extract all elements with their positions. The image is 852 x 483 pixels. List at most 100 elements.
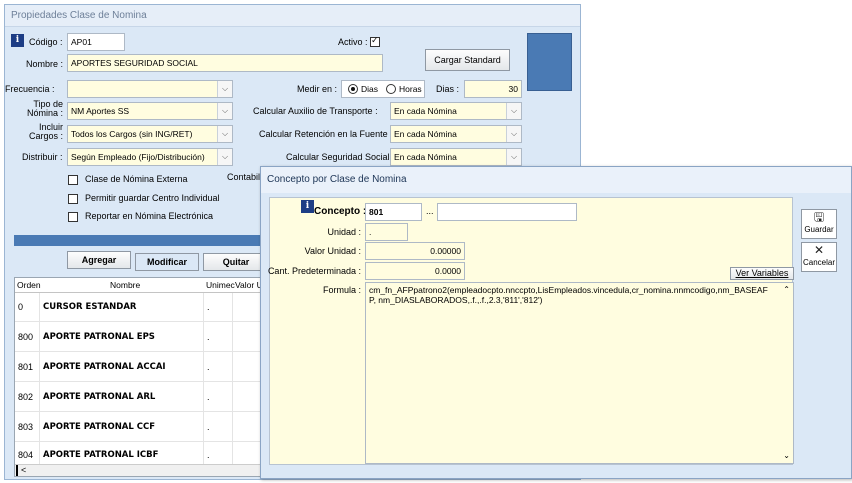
scroll-thumb[interactable] [16, 465, 18, 476]
agregar-button[interactable]: Agregar [67, 251, 131, 269]
retencion-label: Calcular Retención en la Fuente : [259, 129, 393, 139]
valor-unidad-input[interactable]: 0.00000 [365, 242, 465, 260]
externa-label: Clase de Nómina Externa [85, 174, 188, 184]
activo-checkbox[interactable] [370, 35, 380, 47]
chevron-down-icon[interactable]: ⌵ [506, 103, 521, 119]
formula-text: cm_fn_AFPpatrono2(empleadocpto.nnccpto,L… [369, 285, 768, 305]
chevron-down-icon[interactable]: ⌵ [506, 149, 521, 165]
nomina-electronica-checkbox[interactable] [68, 212, 78, 222]
save-icon: 🖫 [813, 210, 825, 224]
nombre-label: Nombre : [26, 59, 64, 69]
row-nombre: APORTE PATRONAL ARL [43, 392, 156, 402]
dias-input[interactable]: 30 [464, 80, 522, 98]
formula-textarea[interactable]: cm_fn_AFPpatrono2(empleadocpto.nnccpto,L… [365, 282, 794, 464]
main-window-title: Propiedades Clase de Nomina [5, 5, 580, 27]
auxilio-select[interactable]: En cada Nómina ⌵ [390, 102, 522, 120]
cargar-standard-button[interactable]: Cargar Standard [425, 49, 510, 71]
row-orden: 801 [18, 362, 34, 372]
row-orden: 800 [18, 332, 34, 342]
table-row[interactable]: 801 APORTE PATRONAL ACCAI . [15, 352, 279, 382]
guardar-button[interactable]: 🖫 Guardar [801, 209, 837, 239]
incluir-cargos-value: Todos los Cargos (sin ING/RET) [71, 129, 193, 139]
concepto-dialog: Concepto por Clase de Nomina i Concepto … [260, 166, 852, 479]
grid-header: Orden Nombre Unimec Valor U [15, 278, 279, 293]
col-nombre[interactable]: Nombre [110, 280, 140, 290]
seguridad-label: Calcular Seguridad Social : [286, 152, 395, 162]
retencion-select[interactable]: En cada Nómina ⌵ [390, 125, 522, 143]
row-nombre: CURSOR ESTANDAR [43, 302, 137, 312]
chevron-down-icon[interactable]: ⌵ [217, 103, 232, 119]
table-row[interactable]: 800 APORTE PATRONAL EPS . [15, 322, 279, 352]
auxilio-value: En cada Nómina [394, 106, 457, 116]
col-orden[interactable]: Orden [17, 280, 41, 290]
radio-horas-label: Horas [399, 84, 422, 94]
info-icon[interactable]: i [301, 200, 314, 213]
cant-predeterminada-input[interactable]: 0.0000 [365, 262, 465, 280]
centro-individual-checkbox[interactable] [68, 194, 78, 204]
conceptos-grid[interactable]: Orden Nombre Unimec Valor U 0 CURSOR EST… [14, 277, 280, 477]
row-nombre: APORTE PATRONAL CCF [43, 422, 156, 432]
horizontal-scrollbar[interactable]: < [15, 464, 279, 476]
frecuencia-select[interactable]: ⌵ [67, 80, 233, 98]
concepto-lookup-button[interactable]: ... [426, 206, 434, 216]
row-unidad: . [207, 450, 210, 460]
chevron-down-icon[interactable]: ⌵ [217, 126, 232, 142]
unidad-label: Unidad : [327, 227, 361, 237]
distribuir-select[interactable]: Según Empleado (Fijo/Distribución) ⌵ [67, 148, 233, 166]
contable-label: Contabil [227, 172, 261, 182]
cant-predeterminada-label: Cant. Predeterminada : [267, 266, 361, 276]
ver-variables-button[interactable]: Ver Variables [730, 267, 794, 280]
seguridad-select[interactable]: En cada Nómina ⌵ [390, 148, 522, 166]
radio-horas[interactable] [386, 84, 396, 94]
scroll-down-arrow[interactable]: ⌄ [783, 451, 790, 461]
table-row[interactable]: 0 CURSOR ESTANDAR . [15, 292, 279, 322]
table-row[interactable]: 804 APORTE PATRONAL ICBF . [15, 442, 279, 466]
table-row[interactable]: 803 APORTE PATRONAL CCF . [15, 412, 279, 442]
row-unidad: . [207, 332, 210, 342]
incluir-cargos-select[interactable]: Todos los Cargos (sin ING/RET) ⌵ [67, 125, 233, 143]
row-orden: 0 [18, 302, 24, 312]
radio-dias[interactable] [348, 84, 358, 94]
section-divider-bar [14, 235, 280, 246]
nombre-input[interactable]: APORTES SEGURIDAD SOCIAL [67, 54, 383, 72]
concepto-input[interactable]: 801 [365, 203, 422, 221]
tipo-nomina-select[interactable]: NM Aportes SS ⌵ [67, 102, 233, 120]
dialog-panel: i Concepto : 801 ... Unidad : . Valor Un… [268, 197, 794, 465]
guardar-label: Guardar [804, 225, 834, 234]
row-nombre: APORTE PATRONAL ACCAI [43, 362, 166, 372]
cancelar-button[interactable]: ✕ Cancelar [801, 242, 837, 272]
tipo-nomina-label: Tipo de Nómina : [26, 99, 63, 118]
table-row[interactable]: 802 APORTE PATRONAL ARL . [15, 382, 279, 412]
radio-dias-label: Dias [361, 84, 379, 94]
chevron-down-icon[interactable]: ⌵ [217, 149, 232, 165]
nomina-electronica-label: Reportar en Nómina Electrónica [85, 211, 214, 221]
row-unidad: . [207, 392, 210, 402]
distribuir-label: Distribuir : [22, 152, 63, 162]
concepto-description [437, 203, 577, 221]
externa-checkbox[interactable] [68, 175, 78, 185]
modificar-button[interactable]: Modificar [135, 253, 199, 271]
medir-radio-group: Dias Horas [341, 80, 425, 98]
scroll-up-arrow[interactable]: ⌃ [783, 285, 790, 295]
row-orden: 804 [18, 450, 34, 460]
codigo-label: Código : [29, 37, 63, 47]
row-orden: 803 [18, 422, 34, 432]
col-unidad[interactable]: Unimec [206, 280, 235, 290]
valor-unidad-label: Valor Unidad : [304, 246, 361, 256]
tipo-nomina-value: NM Aportes SS [71, 106, 130, 116]
info-icon[interactable]: i [11, 34, 24, 47]
col-valor-unidad[interactable]: Valor U [235, 280, 263, 290]
chevron-down-icon[interactable]: ⌵ [506, 126, 521, 142]
dialog-title: Concepto por Clase de Nomina [261, 167, 851, 193]
codigo-input[interactable]: AP01 [67, 33, 125, 51]
distribuir-value: Según Empleado (Fijo/Distribución) [71, 152, 205, 162]
frecuencia-label: Frecuencia : [5, 84, 55, 94]
chevron-down-icon[interactable]: ⌵ [217, 81, 232, 97]
row-unidad: . [207, 302, 210, 312]
scroll-left-arrow[interactable]: < [21, 465, 26, 475]
dias-label: Dias : [436, 84, 460, 94]
auxilio-label: Calcular Auxilio de Transporte : [253, 106, 378, 116]
activo-label: Activo : [338, 37, 368, 47]
row-unidad: . [207, 362, 210, 372]
unidad-input[interactable]: . [365, 223, 408, 241]
